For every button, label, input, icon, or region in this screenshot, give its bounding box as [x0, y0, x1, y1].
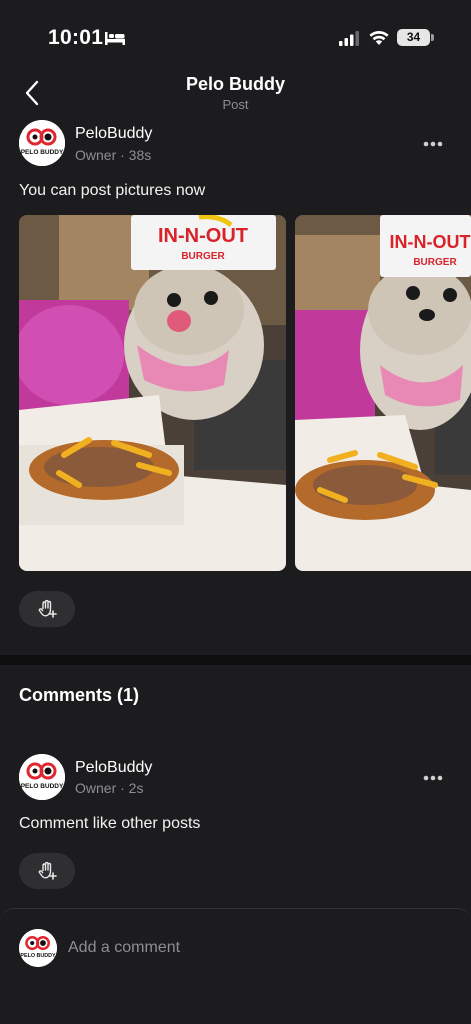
svg-text:BURGER: BURGER	[181, 251, 225, 262]
post-author-meta: Owner · 38s	[75, 147, 152, 163]
status-time: 10:01	[48, 26, 104, 49]
comment-author-name[interactable]: PeloBuddy	[75, 759, 152, 777]
add-reaction-icon	[38, 861, 57, 880]
dog-photo: IN-N-OUT BURGER	[295, 215, 471, 571]
dog-photo: IN-N-OUT BURGER	[19, 215, 286, 571]
page-subtitle: Post	[222, 97, 249, 112]
page-title: Pelo Buddy	[185, 74, 285, 94]
composer-avatar: PELO BUDDY	[19, 929, 57, 967]
more-icon	[423, 775, 443, 781]
svg-text:PELO BUDDY: PELO BUDDY	[21, 149, 64, 156]
comment-author-avatar[interactable]: PELO BUDDY	[19, 754, 65, 800]
more-icon	[423, 141, 443, 147]
add-reaction-icon	[38, 599, 57, 618]
section-divider	[0, 655, 471, 665]
post-image-1[interactable]: IN-N-OUT BURGER	[19, 215, 286, 571]
post-more-button[interactable]	[418, 138, 448, 158]
comment-author-meta: Owner · 2s	[75, 780, 144, 796]
post-author-name[interactable]: PeloBuddy	[75, 125, 152, 143]
post-image-2[interactable]: IN-N-OUT BURGER	[295, 215, 471, 571]
comment-add-reaction-button[interactable]	[19, 853, 75, 889]
signal-icon	[338, 30, 360, 46]
post-author-avatar[interactable]: PELO BUDDY	[19, 120, 65, 166]
pelo-buddy-logo: PELO BUDDY	[19, 120, 65, 166]
status-bar: 10:01 34	[0, 0, 471, 70]
svg-text:BURGER: BURGER	[413, 257, 457, 268]
comment-composer: PELO BUDDY Add a comment	[0, 908, 471, 1024]
wifi-icon	[368, 28, 390, 46]
battery-indicator: 34	[397, 29, 430, 46]
comments-heading: Comments (1)	[19, 685, 140, 705]
pelo-buddy-logo: PELO BUDDY	[19, 754, 65, 800]
svg-text:IN-N-OUT: IN-N-OUT	[390, 232, 471, 252]
pelo-buddy-logo: PELO BUDDY	[19, 929, 57, 967]
comment-more-button[interactable]	[418, 772, 448, 792]
bed-icon	[104, 30, 126, 46]
comment-input[interactable]: Add a comment	[68, 939, 448, 961]
svg-text:IN-N-OUT: IN-N-OUT	[158, 225, 248, 247]
post-add-reaction-button[interactable]	[19, 591, 75, 627]
nav-header: Pelo Buddy Post	[0, 70, 471, 118]
comment-text: Comment like other posts	[19, 815, 201, 832]
svg-text:PELO BUDDY: PELO BUDDY	[21, 783, 64, 790]
post-text: You can post pictures now	[19, 182, 206, 199]
battery-cap	[431, 34, 434, 41]
svg-text:PELO BUDDY: PELO BUDDY	[20, 953, 56, 959]
